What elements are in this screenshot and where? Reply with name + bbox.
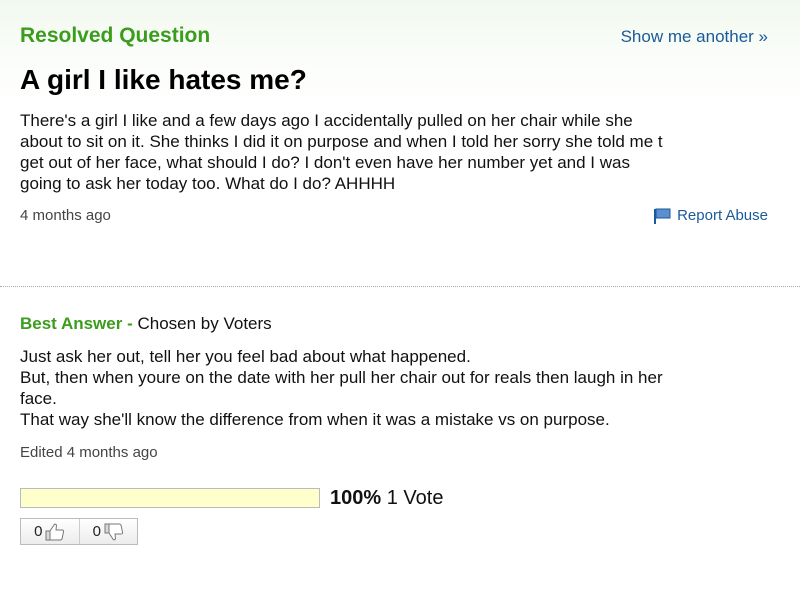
- section-divider: [0, 286, 800, 287]
- thumbs-down-icon: [104, 523, 124, 541]
- report-abuse-label[interactable]: Report Abuse: [677, 207, 768, 224]
- question-panel: Resolved Question Show me another » A gi…: [0, 0, 800, 288]
- rating-controls: 0 0: [20, 518, 138, 545]
- answer-body: Just ask her out, tell her you feel bad …: [20, 346, 780, 430]
- report-abuse-link[interactable]: Report Abuse: [653, 207, 768, 224]
- show-me-another-link[interactable]: Show me another »: [621, 27, 768, 47]
- question-body-line: There's a girl I like and a few days ago…: [20, 111, 633, 130]
- chosen-by-label: Chosen by Voters: [137, 314, 272, 333]
- thumbs-down-count: 0: [92, 523, 101, 540]
- vote-percent: 100%: [330, 487, 382, 509]
- question-body: There's a girl I like and a few days ago…: [20, 110, 780, 194]
- answer-body-line: Just ask her out, tell her you feel bad …: [20, 347, 471, 366]
- question-body-line: about to sit on it. She thinks I did it …: [20, 132, 663, 151]
- thumbs-up-icon: [45, 522, 65, 540]
- vote-count: 1 Vote: [386, 487, 444, 509]
- question-timestamp: 4 months ago: [20, 207, 111, 224]
- answer-body-line: face.: [20, 389, 57, 408]
- best-answer-separator: -: [122, 314, 138, 333]
- thumbs-up-button[interactable]: 0: [21, 519, 79, 544]
- vote-stats: 100% 1 Vote: [330, 487, 443, 510]
- answer-body-line: But, then when youre on the date with he…: [20, 368, 663, 387]
- thumbs-down-button[interactable]: 0: [78, 519, 138, 544]
- question-title: A girl I like hates me?: [20, 64, 307, 95]
- question-body-line: get out of her face, what should I do? I…: [20, 153, 630, 172]
- resolved-question-label: Resolved Question: [20, 24, 211, 47]
- edited-timestamp: Edited 4 months ago: [20, 444, 158, 461]
- answer-body-line: That way she'll know the difference from…: [20, 410, 610, 429]
- question-body-line: going to ask her today too. What do I do…: [20, 174, 396, 193]
- vote-percentage-bar: [20, 488, 320, 508]
- flag-icon: [654, 208, 671, 224]
- vote-percentage-fill: [21, 489, 319, 507]
- best-answer-label: Best Answer: [20, 314, 123, 333]
- best-answer-heading: Best Answer - Chosen by Voters: [20, 314, 272, 334]
- thumbs-up-count: 0: [34, 523, 43, 540]
